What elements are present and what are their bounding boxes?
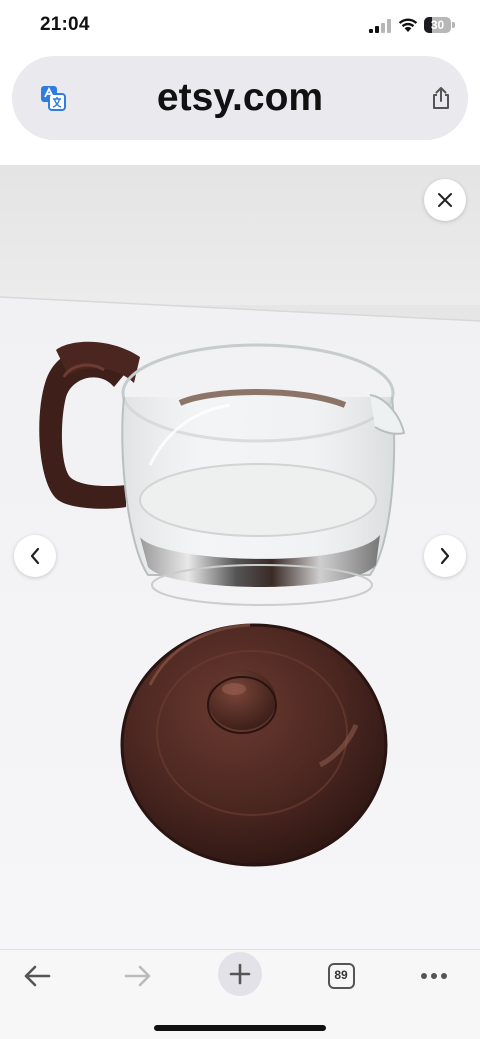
browser-toolbar: 89 bbox=[0, 949, 480, 1039]
battery-percent: 30 bbox=[430, 18, 445, 32]
translate-icon[interactable] bbox=[40, 85, 66, 111]
plus-icon bbox=[229, 963, 251, 985]
share-icon[interactable] bbox=[430, 86, 452, 110]
tabs-button[interactable]: 89 bbox=[319, 954, 363, 998]
arrow-left-icon bbox=[24, 965, 51, 987]
more-dots-icon bbox=[421, 973, 447, 979]
product-photo bbox=[0, 165, 480, 949]
new-tab-button[interactable] bbox=[218, 952, 262, 996]
previous-image-button[interactable] bbox=[14, 535, 56, 577]
url-text[interactable]: etsy.com bbox=[12, 56, 468, 140]
address-bar[interactable]: etsy.com bbox=[12, 56, 468, 140]
status-bar: 21:04 30 bbox=[0, 0, 480, 52]
home-indicator bbox=[154, 1025, 326, 1031]
status-time: 21:04 bbox=[40, 14, 90, 35]
image-viewer[interactable] bbox=[0, 165, 480, 949]
tab-count: 89 bbox=[327, 963, 355, 989]
back-button[interactable] bbox=[15, 954, 59, 998]
chevron-right-icon bbox=[440, 547, 450, 565]
close-icon bbox=[438, 193, 452, 207]
arrow-right-icon bbox=[124, 965, 151, 987]
forward-button[interactable] bbox=[116, 954, 160, 998]
battery-indicator: 30 bbox=[424, 17, 455, 33]
more-button[interactable] bbox=[412, 954, 456, 998]
cellular-signal-icon bbox=[369, 19, 391, 33]
close-button[interactable] bbox=[424, 179, 466, 221]
next-image-button[interactable] bbox=[424, 535, 466, 577]
chevron-left-icon bbox=[30, 547, 40, 565]
wifi-icon bbox=[398, 18, 418, 32]
